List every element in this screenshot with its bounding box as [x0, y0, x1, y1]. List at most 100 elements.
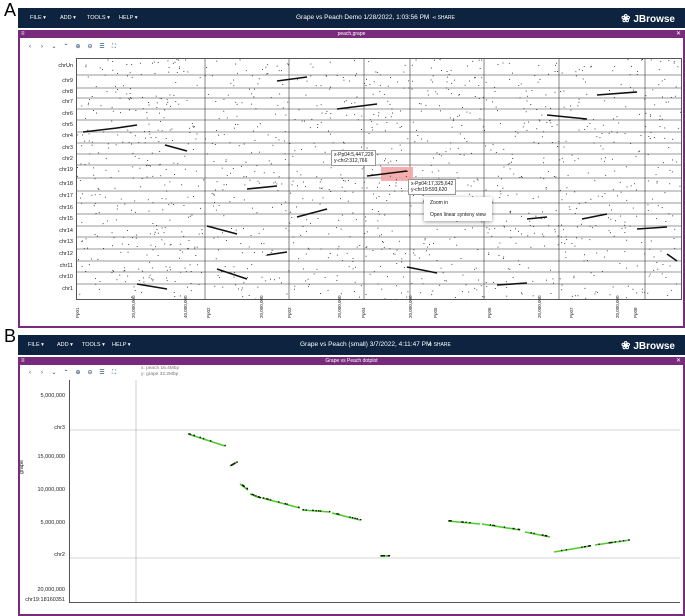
dot: [192, 125, 194, 127]
dot: [183, 236, 185, 237]
menu-help[interactable]: HELP ▾: [119, 15, 138, 21]
dot: [154, 73, 156, 74]
dot: [478, 59, 480, 61]
menu-file[interactable]: FILE ▾: [30, 15, 46, 21]
dot: [545, 535, 548, 537]
dot: [574, 191, 576, 193]
context-menu-open-linear-synteny[interactable]: Open linear synteny view: [424, 209, 492, 221]
dot: [548, 120, 550, 122]
dot: [115, 85, 116, 87]
dot: [423, 243, 425, 244]
close-icon[interactable]: ✕: [676, 30, 681, 38]
dotplot-canvas-b[interactable]: [69, 380, 680, 603]
dot: [215, 209, 217, 211]
dot: [173, 94, 175, 96]
dot: [307, 247, 309, 249]
dot: [571, 295, 573, 297]
dot: [127, 75, 128, 77]
dot: [229, 201, 231, 203]
share-button[interactable]: ⋖ SHARE: [432, 15, 455, 21]
dot: [233, 276, 235, 278]
dot: [235, 229, 237, 231]
dot: [448, 520, 450, 522]
dot: [522, 126, 524, 128]
dot: [300, 149, 302, 150]
close-icon[interactable]: ✕: [676, 357, 681, 365]
dot: [560, 236, 562, 238]
dot: [156, 229, 158, 230]
menu-add-b[interactable]: ADD ▾: [57, 342, 73, 348]
dot: [93, 167, 94, 169]
dot: [661, 80, 663, 82]
dot: [632, 207, 634, 209]
dot: [521, 176, 522, 177]
dot: [639, 150, 641, 152]
dot: [584, 81, 586, 83]
dot: [288, 164, 290, 166]
dot: [466, 141, 468, 142]
dot: [193, 196, 194, 197]
dot: [571, 154, 573, 156]
dot: [387, 100, 389, 102]
dot: [644, 253, 646, 255]
dot: [419, 257, 420, 259]
dot: [483, 296, 485, 298]
synteny-segment: [216, 268, 248, 280]
dot: [236, 115, 238, 117]
dot: [104, 74, 106, 76]
dot: [376, 72, 378, 73]
dot: [554, 91, 556, 93]
dotplot-canvas[interactable]: [76, 58, 682, 300]
x-label: 20,000,000: [131, 295, 136, 318]
dot: [128, 244, 130, 245]
dot: [619, 263, 621, 264]
dot: [128, 98, 130, 100]
dot: [566, 239, 568, 240]
dot: [155, 95, 157, 97]
dot: [668, 101, 669, 103]
x-label: Pp05: [433, 307, 438, 318]
dot: [365, 247, 367, 248]
dot: [202, 437, 205, 440]
context-menu-zoom-in[interactable]: Zoom in: [424, 197, 492, 209]
y-label-b: 5,000,000: [40, 393, 65, 399]
menu-add[interactable]: ADD ▾: [60, 15, 76, 21]
dot: [319, 510, 322, 512]
menu-file-b[interactable]: FILE ▾: [28, 342, 44, 348]
dot: [165, 266, 167, 268]
dot: [575, 295, 576, 297]
dot: [272, 144, 274, 146]
dot: [189, 132, 191, 133]
dot: [373, 271, 375, 273]
dot: [449, 238, 451, 240]
dot: [313, 142, 315, 144]
share-button-b[interactable]: ⋖ SHARE: [428, 342, 451, 348]
dot: [265, 280, 267, 282]
dot: [620, 84, 622, 86]
jbrowse-logo-icon: ❀: [621, 340, 631, 352]
dot: [593, 119, 594, 121]
menu-tools-b[interactable]: TOOLS ▾: [82, 342, 105, 348]
dot: [156, 225, 158, 226]
dot: [152, 280, 154, 282]
dot: [636, 74, 638, 75]
dot: [115, 144, 117, 146]
dot: [142, 96, 143, 98]
dot: [153, 61, 155, 63]
dot: [515, 242, 517, 244]
dot: [121, 243, 123, 245]
dot: [574, 160, 576, 162]
dot: [407, 291, 409, 293]
dot: [514, 135, 516, 137]
dot: [327, 289, 329, 291]
dot: [509, 211, 511, 213]
tooltip-start: x-Pp04:5,447,226 y-chr2:312,766: [331, 150, 377, 166]
dot: [131, 143, 132, 145]
dot: [356, 73, 357, 75]
dot: [611, 131, 613, 133]
menu-tools[interactable]: TOOLS ▾: [87, 15, 110, 21]
dot: [290, 211, 291, 213]
dot: [180, 271, 182, 273]
dot: [349, 516, 351, 518]
menu-help-b[interactable]: HELP ▾: [112, 342, 131, 348]
